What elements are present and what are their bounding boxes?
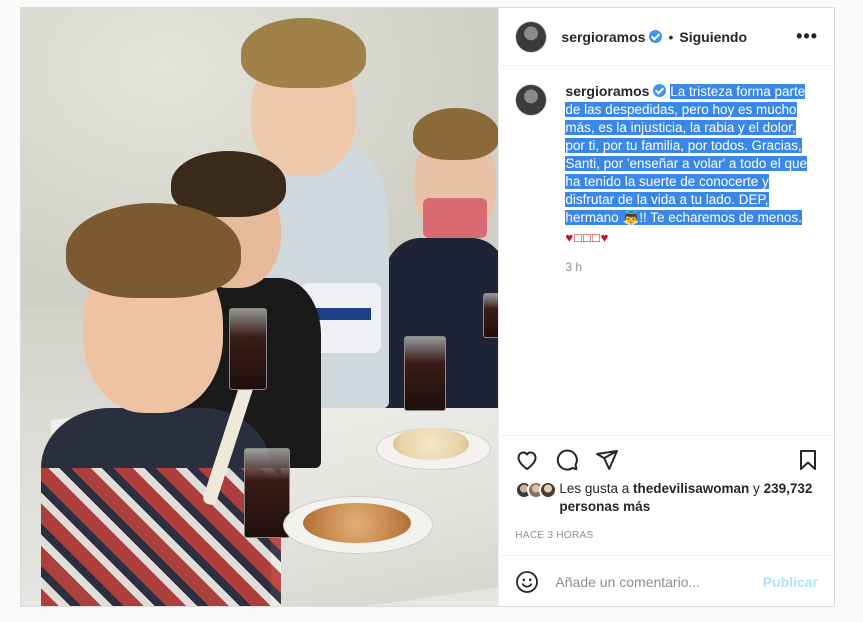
liker-avatar[interactable]	[539, 481, 558, 499]
author-username[interactable]: sergioramos	[561, 29, 645, 45]
likes-user-link[interactable]: thedevilisawoman	[633, 481, 749, 496]
likes-summary: Les gusta a thedevilisawoman y 239,732 p…	[499, 478, 834, 516]
more-options-icon[interactable]: •••	[796, 26, 818, 47]
comment-icon[interactable]	[555, 448, 579, 472]
caption-section: sergioramos La tristeza forma parte de l…	[499, 66, 834, 436]
likes-prefix: Les gusta a	[559, 481, 630, 496]
heart-icon[interactable]	[515, 448, 539, 472]
likes-text: Les gusta a thedevilisawoman y 239,732 p…	[559, 480, 818, 516]
publish-button[interactable]: Publicar	[763, 574, 818, 590]
caption-username[interactable]: sergioramos	[565, 83, 649, 99]
caption-body: sergioramos La tristeza forma parte de l…	[565, 82, 818, 435]
post-card: sergioramos • Siguiendo ••• sergioramos …	[20, 7, 835, 607]
comment-box: Publicar	[499, 556, 834, 608]
likes-connector: y	[753, 481, 760, 496]
author-avatar[interactable]	[515, 20, 548, 53]
verified-badge-icon	[649, 30, 663, 43]
smiley-icon[interactable]	[515, 570, 539, 594]
send-icon[interactable]	[595, 448, 619, 472]
post-timestamp[interactable]: HACE 3 HORAS	[499, 516, 834, 556]
caption-author-avatar[interactable]	[515, 84, 548, 116]
caption-verified-badge-icon	[653, 84, 667, 97]
liker-avatars[interactable]	[515, 481, 558, 516]
caption-timestamp[interactable]: 3 h	[565, 258, 818, 276]
post-sidebar: sergioramos • Siguiendo ••• sergioramos …	[499, 8, 834, 606]
post-photo[interactable]	[21, 8, 500, 606]
post-header: sergioramos • Siguiendo •••	[499, 8, 834, 66]
action-bar	[499, 436, 834, 478]
caption-emoji-line: ♥□□□♥	[565, 230, 610, 245]
separator-dot: •	[668, 28, 674, 45]
caption-text: La tristeza forma parte de las despedida…	[565, 84, 807, 225]
following-button[interactable]: Siguiendo	[679, 29, 747, 45]
comment-input[interactable]	[555, 574, 763, 590]
bookmark-icon[interactable]	[796, 448, 820, 472]
